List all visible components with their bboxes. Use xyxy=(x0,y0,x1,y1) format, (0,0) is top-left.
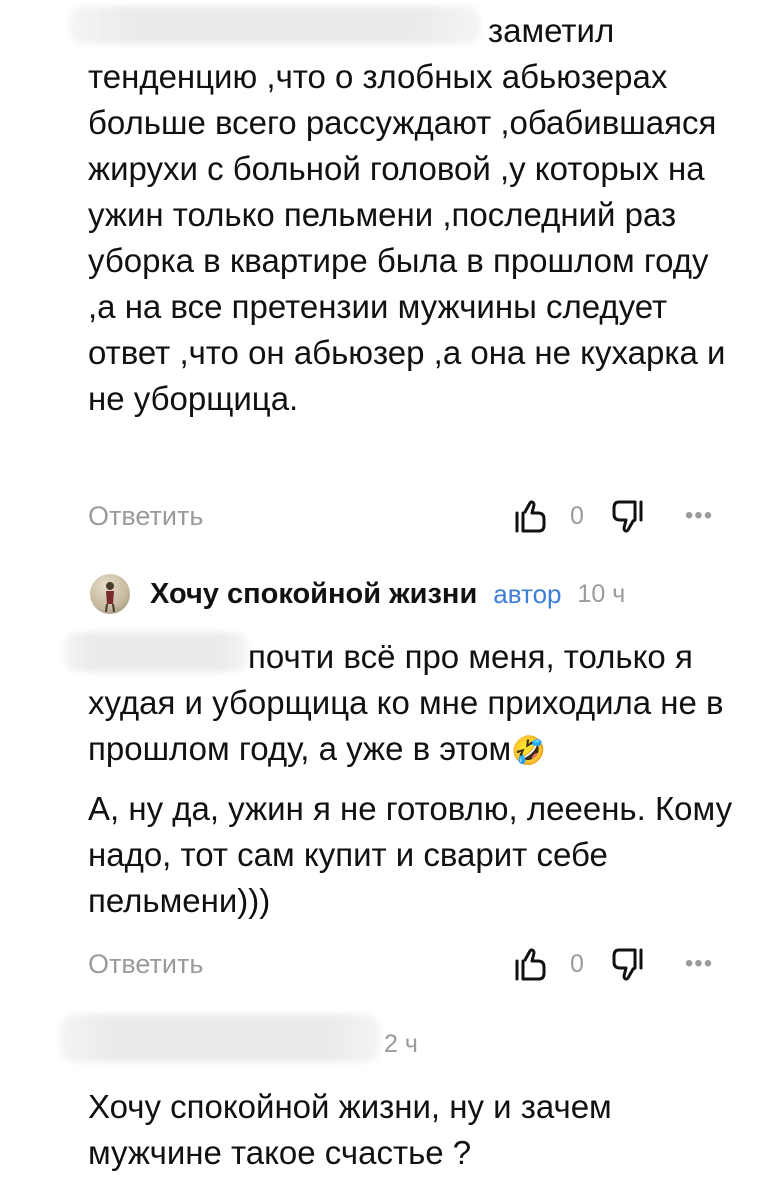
dislike-button[interactable] xyxy=(606,944,648,984)
comment-3-text: Хочу спокойной жизни, ну и зачем мужчине… xyxy=(88,1088,612,1171)
like-count: 0 xyxy=(570,950,584,978)
thumbs-down-icon xyxy=(612,500,643,533)
comment-2-text-2: А, ну да, ужин я не готовлю, лееень. Ком… xyxy=(88,790,733,919)
reply-button[interactable]: Ответить xyxy=(88,944,203,984)
reply-button[interactable]: Ответить xyxy=(88,496,203,536)
comment-2-text-1: почти всё про меня, только я худая и убо… xyxy=(88,634,743,774)
dislike-button[interactable] xyxy=(606,496,648,536)
author-badge: автор xyxy=(493,578,562,609)
thumbs-up-icon xyxy=(515,948,546,981)
comment-1-actions: Ответить 0 ••• xyxy=(88,496,717,536)
more-options-button[interactable]: ••• xyxy=(680,496,718,536)
author-name[interactable]: Хочу спокойной жизни xyxy=(150,578,477,611)
like-button[interactable] xyxy=(510,496,552,536)
comment-time: 10 ч xyxy=(577,579,626,608)
comment-2-actions: Ответить 0 ••• xyxy=(88,944,717,984)
avatar[interactable] xyxy=(90,574,130,614)
thumbs-down-icon xyxy=(612,948,643,981)
person-silhouette-icon xyxy=(105,582,115,613)
rofl-emoji-icon: 🤣 xyxy=(511,735,547,766)
comment-time: 2 ч xyxy=(384,1030,418,1058)
comment-2-header: Хочу спокойной жизни автор 10 ч xyxy=(90,566,625,622)
thumbs-up-icon xyxy=(515,500,546,533)
redacted-username xyxy=(60,1014,380,1062)
comment-2-paragraph-1: почти всё про меня, только я худая и убо… xyxy=(88,638,724,767)
more-options-button[interactable]: ••• xyxy=(680,944,718,984)
like-count: 0 xyxy=(570,502,584,530)
like-button[interactable] xyxy=(510,944,552,984)
comment-1-text: заметил тенденцию ,что о злобных абьюзер… xyxy=(88,12,726,417)
